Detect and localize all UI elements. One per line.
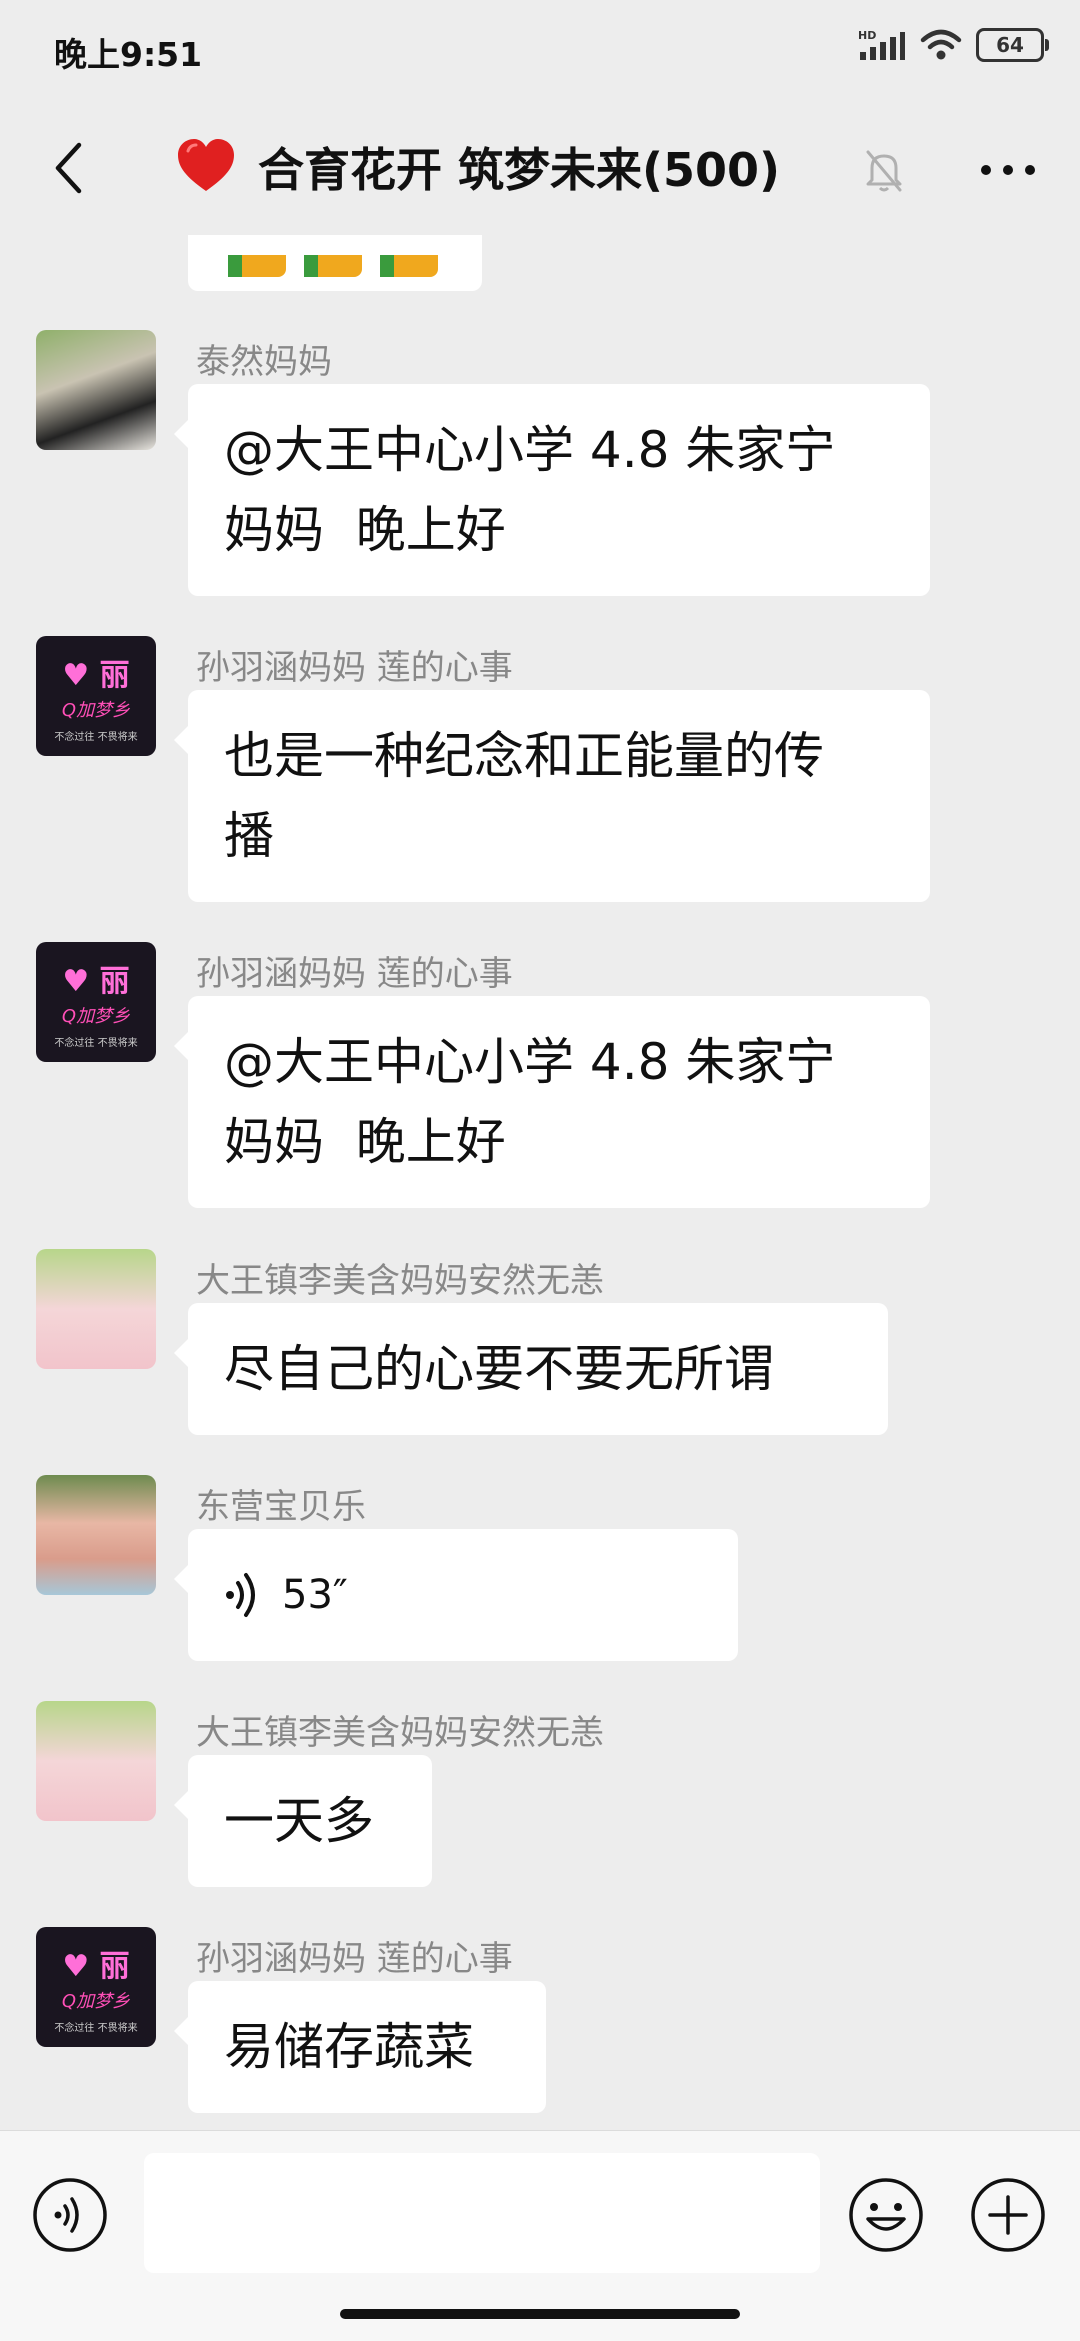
avatar[interactable] (36, 330, 156, 450)
message-bubble[interactable]: @大王中心小学 4.8 朱家宁 妈妈 晚上好 (174, 384, 930, 596)
ellipsis-icon (981, 165, 1035, 175)
chat-header: 合育花开 筑梦未来(500) (0, 100, 1080, 235)
avatar[interactable]: ♥ 丽 Q加梦乡 不念过往 不畏将来 (36, 1927, 156, 2047)
svg-text:HD: HD (858, 29, 876, 42)
sender-name: 孙羽涵妈妈 莲的心事 (196, 1939, 513, 1979)
voice-message-bubble[interactable]: 53″ (174, 1529, 738, 1661)
status-bar: 晚上9:51 HD 64 (0, 0, 1080, 100)
thumbs-up-icon (380, 255, 438, 277)
sender-name: 大王镇李美含妈妈安然无恙 (196, 1261, 604, 1301)
message-input[interactable] (144, 2153, 820, 2273)
status-icons: HD 64 (856, 28, 1049, 62)
message-bubble[interactable]: 一天多 (174, 1755, 432, 1887)
bell-muted-icon (866, 150, 902, 192)
chevron-left-icon (55, 142, 82, 194)
battery-level: 64 (996, 33, 1024, 57)
emoji-button[interactable] (848, 2177, 924, 2253)
add-attachment-button[interactable] (970, 2177, 1046, 2253)
thumbs-up-icon (304, 255, 362, 277)
sender-name: 东营宝贝乐 (196, 1487, 366, 1527)
voice-wave-icon (226, 1573, 255, 1617)
status-time: 晚上9:51 (54, 35, 203, 74)
message-bubble[interactable]: @大王中心小学 4.8 朱家宁 妈妈 晚上好 (174, 996, 930, 1208)
home-indicator[interactable] (340, 2309, 740, 2319)
message-bubble[interactable]: 尽自己的心要不要无所谓 (174, 1303, 888, 1435)
avatar[interactable] (36, 1475, 156, 1595)
wifi-icon (920, 29, 962, 60)
more-options-button[interactable] (976, 148, 1040, 192)
sender-name: 大王镇李美含妈妈安然无恙 (196, 1713, 604, 1753)
red-heart-icon (178, 139, 234, 191)
signal-icon: HD (858, 29, 905, 60)
message-list[interactable]: 泰然妈妈 @大王中心小学 4.8 朱家宁 妈妈 晚上好 ♥ 丽 Q加梦乡 不念过… (0, 235, 1080, 2130)
avatar[interactable] (36, 1249, 156, 1369)
message-bubble[interactable]: 也是一种纪念和正能量的传 播 (174, 690, 930, 902)
thumbs-up-icon (228, 255, 286, 277)
chat-title: 合育花开 筑梦未来(500) (258, 143, 781, 197)
avatar[interactable] (36, 1701, 156, 1821)
sender-name: 孙羽涵妈妈 莲的心事 (196, 954, 513, 994)
chat-title-group[interactable]: 合育花开 筑梦未来(500) (176, 134, 780, 200)
partial-message-bubble[interactable] (188, 235, 482, 291)
avatar[interactable]: ♥ 丽 Q加梦乡 不念过往 不畏将来 (36, 942, 156, 1062)
back-button[interactable] (38, 138, 98, 198)
voice-duration: 53″ (282, 1572, 348, 1618)
battery-icon: 64 (976, 28, 1049, 62)
voice-input-button[interactable] (32, 2177, 108, 2253)
sender-name: 泰然妈妈 (196, 342, 332, 382)
sender-name: 孙羽涵妈妈 莲的心事 (196, 648, 513, 688)
input-bar (0, 2130, 1080, 2341)
message-bubble[interactable]: 易储存蔬菜 (174, 1981, 546, 2113)
avatar[interactable]: ♥ 丽 Q加梦乡 不念过往 不畏将来 (36, 636, 156, 756)
